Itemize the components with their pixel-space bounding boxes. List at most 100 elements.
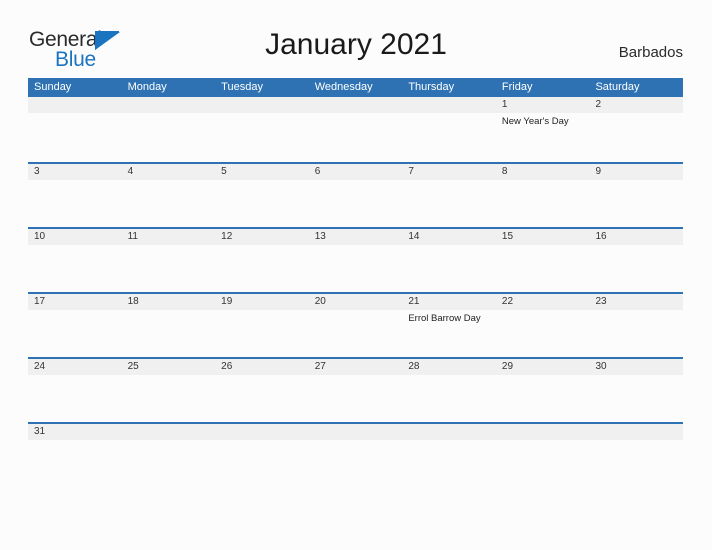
day-number-31[interactable]: 31 <box>28 424 122 440</box>
holiday-label: Errol Barrow Day <box>408 313 481 324</box>
day-cell-events <box>589 310 683 357</box>
day-number-empty <box>122 97 216 113</box>
day-cell-events <box>122 113 216 160</box>
day-number-22[interactable]: 22 <box>496 294 590 310</box>
day-cell-events <box>402 180 496 227</box>
day-number-17[interactable]: 17 <box>28 294 122 310</box>
day-number-16[interactable]: 16 <box>589 229 683 245</box>
calendar-week-row: 17 18 19 20 21 22 23 Errol Barrow Day <box>28 292 683 357</box>
date-number-band: 24 25 26 27 28 29 30 <box>28 359 683 375</box>
holiday-label: New Year's Day <box>501 116 569 127</box>
day-number-empty <box>402 424 496 440</box>
day-events-band: Errol Barrow Day <box>28 310 683 357</box>
calendar-weeks: 1 2 New Year's Day 3 4 5 6 7 8 9 10 11 12 13 14 15 16 17 1… <box>28 97 683 450</box>
day-number-25[interactable]: 25 <box>122 359 216 375</box>
day-cell-events <box>309 113 403 160</box>
day-cell-events <box>309 375 403 422</box>
day-cell-events <box>402 245 496 292</box>
day-cell-events <box>122 180 216 227</box>
day-cell-events: Errol Barrow Day <box>402 310 496 357</box>
day-cell-events <box>28 310 122 357</box>
day-events-band <box>28 245 683 292</box>
day-number-18[interactable]: 18 <box>122 294 216 310</box>
day-cell-events: New Year's Day <box>496 113 590 160</box>
day-events-band <box>28 180 683 227</box>
day-number-24[interactable]: 24 <box>28 359 122 375</box>
date-number-band: 3456789 <box>28 164 683 180</box>
day-number-15[interactable]: 15 <box>496 229 590 245</box>
day-number-6[interactable]: 6 <box>309 164 403 180</box>
day-number-empty <box>309 424 403 440</box>
day-number-27[interactable]: 27 <box>309 359 403 375</box>
day-cell-events <box>402 375 496 422</box>
day-cell-events <box>402 113 496 160</box>
day-events-band: New Year's Day <box>28 113 683 160</box>
day-cell-events <box>215 375 309 422</box>
day-number-29[interactable]: 29 <box>496 359 590 375</box>
day-number-4[interactable]: 4 <box>122 164 216 180</box>
weekday-header-friday: Friday <box>501 81 533 93</box>
page-title: January 2021 <box>265 28 447 61</box>
day-number-23[interactable]: 23 <box>589 294 683 310</box>
date-number-band: 31 <box>28 424 683 440</box>
calendar-page: General Blue January 2021 Barbados Sunda… <box>0 0 712 550</box>
day-number-28[interactable]: 28 <box>402 359 496 375</box>
weekday-header-tuesday: Tuesday <box>221 81 263 93</box>
day-number-empty <box>215 97 309 113</box>
day-cell-events <box>309 310 403 357</box>
calendar-week-row: 3456789 <box>28 162 683 227</box>
weekday-header-row: Sunday Monday Tuesday Wednesday Thursday Frid… <box>28 78 683 97</box>
day-cell-events <box>496 375 590 422</box>
day-cell-events <box>215 245 309 292</box>
page-header: General Blue January 2021 Barbados <box>0 0 712 78</box>
day-cell-events <box>28 113 122 160</box>
day-cell-events <box>589 375 683 422</box>
day-number-empty <box>589 424 683 440</box>
weekday-header-saturday: Saturday <box>595 81 640 93</box>
day-number-7[interactable]: 7 <box>402 164 496 180</box>
country-label: Barbados <box>618 44 683 61</box>
day-cell-events <box>589 245 683 292</box>
day-number-9[interactable]: 9 <box>589 164 683 180</box>
day-cell-events <box>28 245 122 292</box>
day-cell-events <box>122 245 216 292</box>
day-number-11[interactable]: 11 <box>122 229 216 245</box>
day-number-26[interactable]: 26 <box>215 359 309 375</box>
day-cell-events <box>309 245 403 292</box>
weekday-header-monday: Monday <box>127 81 167 93</box>
day-number-1[interactable]: 1 <box>496 97 590 113</box>
day-number-13[interactable]: 13 <box>309 229 403 245</box>
day-number-30[interactable]: 30 <box>589 359 683 375</box>
day-number-10[interactable]: 10 <box>28 229 122 245</box>
day-number-empty <box>215 424 309 440</box>
day-cell-events <box>122 310 216 357</box>
day-number-8[interactable]: 8 <box>496 164 590 180</box>
day-number-14[interactable]: 14 <box>402 229 496 245</box>
day-cell-events <box>122 375 216 422</box>
day-number-21[interactable]: 21 <box>402 294 496 310</box>
day-number-12[interactable]: 12 <box>215 229 309 245</box>
day-number-5[interactable]: 5 <box>215 164 309 180</box>
calendar-week-row: 10 11 12 13 14 15 16 <box>28 227 683 292</box>
day-cell-events <box>496 180 590 227</box>
day-number-empty <box>28 97 122 113</box>
day-cell-events <box>496 245 590 292</box>
day-cell-events <box>215 113 309 160</box>
day-number-3[interactable]: 3 <box>28 164 122 180</box>
day-cell-events <box>28 180 122 227</box>
weekday-header-wednesday: Wednesday <box>314 81 373 93</box>
day-number-19[interactable]: 19 <box>215 294 309 310</box>
day-cell-events <box>496 310 590 357</box>
day-cell-events <box>215 180 309 227</box>
day-number-2[interactable]: 2 <box>589 97 683 113</box>
day-number-empty <box>309 97 403 113</box>
day-cell-events <box>28 375 122 422</box>
day-events-band <box>28 375 683 422</box>
day-number-empty <box>496 424 590 440</box>
date-number-band: 10 11 12 13 14 15 16 <box>28 229 683 245</box>
calendar-week-row: 31 <box>28 422 683 450</box>
day-cell-events <box>215 310 309 357</box>
day-number-20[interactable]: 20 <box>309 294 403 310</box>
calendar-week-row: 1 2 New Year's Day <box>28 97 683 162</box>
date-number-band: 12 <box>28 97 683 113</box>
